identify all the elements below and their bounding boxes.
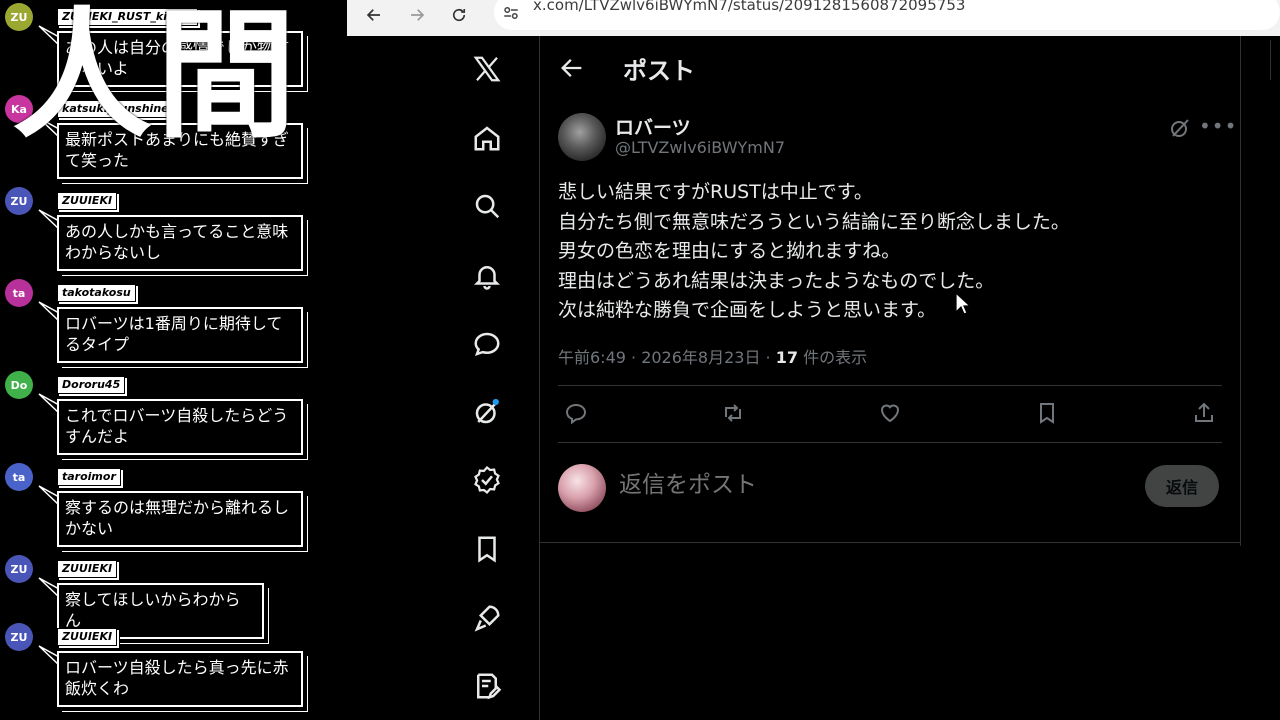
chat-text-line: 察するのは無理だから離れるし [65,498,290,517]
rocket-icon [474,605,500,632]
bookmark-icon [1040,403,1054,424]
chat-text-line: これでロバーツ自殺したらどう [65,406,289,425]
reply-submit-button[interactable]: 返信 [1145,465,1219,507]
chat-text-line: 察してほしいからわからん [65,590,241,630]
author-display-name[interactable]: ロバーツ [615,113,691,140]
chat-bubble: ロバーツは1番周りに期待して るタイプ [57,307,303,363]
chat-text-line: わからないし [65,243,162,262]
page-title: ポスト [623,57,695,85]
post-text-line: 次は純粋な勝負で企画をしようと思います。 [558,299,937,321]
nav-grok[interactable] [470,395,504,429]
chat-username: ZUUIEKI [57,192,118,210]
x-sidebar [440,36,535,720]
chat-username: ZUUIEKI [57,560,118,578]
reply-button[interactable] [564,401,590,427]
chat-text-line: るタイプ [65,335,130,354]
x-logo-link[interactable] [470,52,504,86]
chat-username: taroimor [57,468,121,486]
chat-text-line: ロバーツは1番周りに期待して [65,314,283,333]
views-label: 件の表示 [797,348,868,367]
like-button[interactable] [878,401,904,427]
arrow-left-icon [366,9,380,21]
chat-avatar: ZU [5,555,33,583]
chat-bubble: これでロバーツ自殺したらどう すんだよ [57,399,303,455]
chat-text-line: あの人しかも言ってること意味 [65,222,289,241]
address-bar[interactable]: x.com/LTVZwlv6iBWYmN7/status/20912815608… [494,0,1280,30]
share-button[interactable] [1192,401,1218,427]
compose-icon [477,673,502,700]
views-count: 17 [775,348,798,367]
nav-compose[interactable] [470,669,504,703]
chat-avatar: ta [5,279,33,307]
current-user-avatar[interactable] [558,464,606,512]
post-detail: ポスト ロバーツ @LTVZwIv6iBWYmN7 ••• 悲しい結果ですがRU… [540,36,1240,720]
post-text: 悲しい結果ですがRUSTは中止です。 自分たち側で無意味だろうという結論に至り断… [558,178,1198,326]
chat-avatar: ZU [5,623,33,651]
arrow-right-icon [411,9,425,21]
divider [540,542,1240,543]
chat-username: ZUUIEKI [57,628,118,646]
nav-home[interactable] [470,121,504,155]
reload-icon [452,8,466,22]
nav-notifications[interactable] [470,259,504,293]
mouse-cursor-icon [955,292,971,315]
url-text: x.com/LTVZwlv6iBWYmN7/status/20912815608… [533,0,966,14]
divider [558,442,1222,443]
share-icon [1195,402,1213,422]
chat-avatar: Do [5,371,33,399]
grok-icon [475,398,499,424]
post-timestamp[interactable]: 午前6:49 · 2026年8月23日 · [558,348,776,367]
chat-bubble: ロバーツ自殺したら真っ先に赤 飯炊くわ [57,651,303,707]
repost-icon [725,404,741,422]
forward-nav-button[interactable] [404,2,430,28]
nav-messages[interactable] [470,327,504,361]
chat-text-line: すんだよ [65,427,130,446]
back-nav-button[interactable] [361,2,387,28]
bell-icon [473,266,501,290]
home-icon [474,126,500,151]
nav-search[interactable] [470,189,504,223]
like-icon [880,404,900,423]
x-logo-icon [473,56,501,82]
chat-avatar: ZU [5,187,33,215]
chat-bubble: あの人しかも言ってること意味 わからないし [57,215,303,271]
divider [558,385,1222,386]
reply-icon [565,403,587,425]
chat-text-line: ロバーツ自殺したら真っ先に赤 [65,658,289,677]
search-icon [475,194,500,219]
overlay-title: 人間 [12,0,301,158]
reply-input[interactable] [617,470,917,499]
repost-button[interactable] [721,401,747,427]
chat-text-line: 飯炊くわ [65,679,130,698]
bookmark-icon [478,536,496,563]
bookmark-button[interactable] [1035,401,1061,427]
reload-button[interactable] [446,2,472,28]
nav-launch[interactable] [470,601,504,635]
chat-bubble: 察するのは無理だから離れるし かない [57,491,303,547]
column-divider [1240,36,1241,546]
verified-icon [474,465,500,495]
chat-avatar: ta [5,463,33,491]
more-options-icon[interactable]: ••• [1199,116,1236,140]
post-text-line: 悲しい結果ですがRUSTは中止です。 [558,181,873,203]
site-settings-icon[interactable] [502,4,520,22]
browser-toolbar: x.com/LTVZwlv6iBWYmN7/status/20912815608… [347,0,1280,36]
author-handle[interactable]: @LTVZwIv6iBWYmN7 [615,138,785,157]
post-text-line: 自分たち側で無意味だろうという結論に至り断念しました。 [558,210,1070,233]
grok-icon[interactable] [1168,116,1192,140]
post-actions [558,396,1222,432]
message-icon [474,332,500,356]
chat-username: takotakosu [57,284,136,302]
post-text-line: 男女の色恋を理由にすると拗れますね。 [558,240,901,262]
nav-bookmarks[interactable] [470,532,504,566]
right-column-edge [1270,40,1280,80]
chat-text-line: かない [65,519,114,538]
author-avatar[interactable] [558,113,606,161]
chat-username: Dororu45 [57,376,126,394]
post-meta: 午前6:49 · 2026年8月23日 · 17 件の表示 [558,344,867,368]
nav-premium[interactable] [470,463,504,497]
post-text-line: 理由はどうあれ結果は決まったようなものでした。 [558,269,995,292]
back-arrow-icon[interactable] [558,54,586,82]
